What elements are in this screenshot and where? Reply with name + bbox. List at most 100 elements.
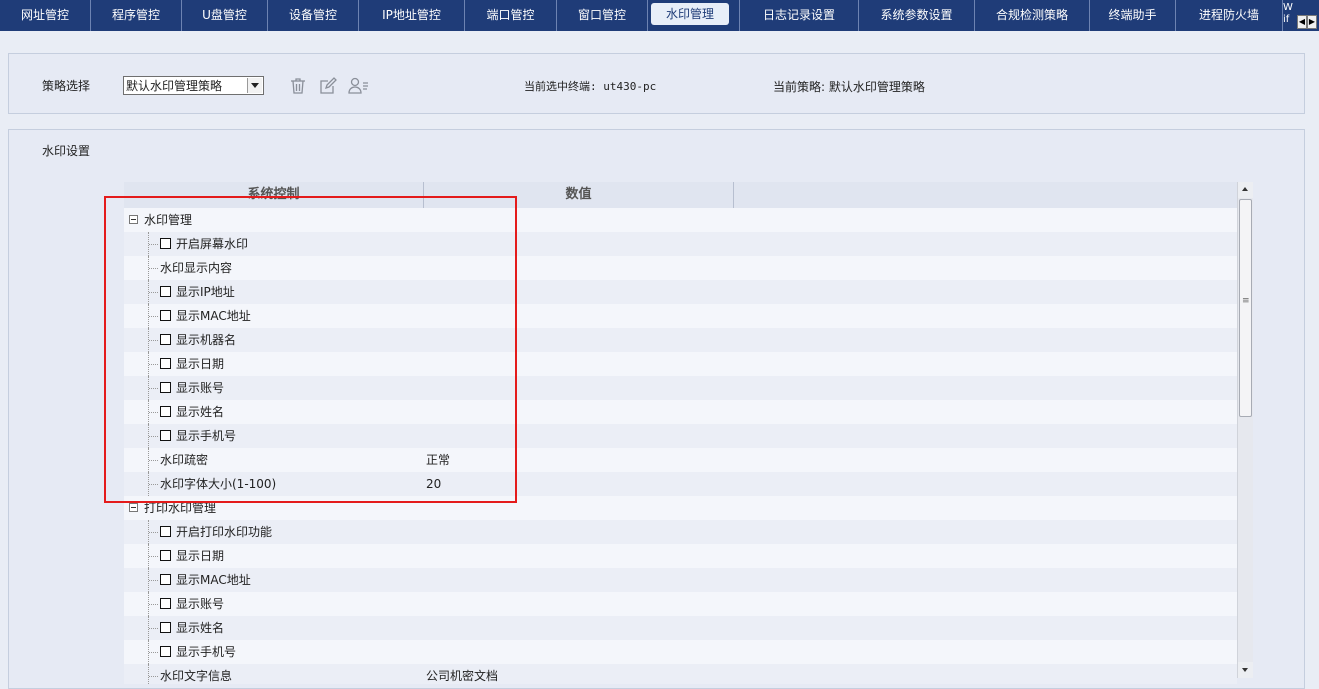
tab-9[interactable]: 系统参数设置 [859, 0, 975, 31]
tree-line [149, 652, 158, 653]
tab-scroll-arrows: ◀ ▶ [1297, 15, 1319, 29]
tree-item-row[interactable]: 显示姓名 [124, 616, 1237, 640]
item-label: 显示IP地址 [176, 285, 235, 299]
checkbox[interactable] [160, 358, 171, 369]
tree-line [149, 316, 158, 317]
item-label: 水印显示内容 [160, 261, 233, 275]
tree-group-row[interactable]: 水印管理 [124, 208, 1237, 232]
tree-item-row[interactable]: 水印文字信息 公司机密文档 [124, 664, 1237, 684]
checkbox[interactable] [160, 646, 171, 657]
tab-label: 终端助手 [1108, 8, 1157, 22]
tab-label: IP地址管控 [382, 8, 441, 22]
tree-line [149, 268, 158, 269]
tab-label: 网址管控 [20, 8, 69, 22]
tab-label: 系统参数设置 [880, 8, 953, 22]
tab-10[interactable]: 合规检测策略 [975, 0, 1090, 31]
collapse-icon[interactable] [129, 215, 138, 224]
column-header-value[interactable]: 数值 [424, 182, 734, 208]
edit-icon[interactable] [318, 76, 338, 96]
tab-11[interactable]: 终端助手 [1090, 0, 1176, 31]
group-label: 打印水印管理 [144, 501, 217, 515]
tree-item-row[interactable]: 水印疏密 正常 [124, 448, 1237, 472]
tree-line [149, 460, 158, 461]
tab-1[interactable]: 程序管控 [91, 0, 182, 31]
vertical-scrollbar[interactable] [1237, 182, 1253, 678]
tree-line [149, 628, 158, 629]
checkbox[interactable] [160, 550, 171, 561]
item-label: 开启屏幕水印 [176, 237, 249, 251]
tree-item-row[interactable]: 显示账号 [124, 592, 1237, 616]
scroll-down-arrow-icon[interactable] [1238, 662, 1253, 678]
item-label: 水印文字信息 [160, 669, 233, 683]
item-label: 显示日期 [176, 357, 225, 371]
delete-icon[interactable] [288, 76, 308, 96]
tab-5[interactable]: 端口管控 [465, 0, 557, 31]
checkbox[interactable] [160, 382, 171, 393]
tree-line [149, 388, 158, 389]
checkbox[interactable] [160, 406, 171, 417]
item-label: 显示账号 [176, 381, 225, 395]
tree-item-row[interactable]: 显示机器名 [124, 328, 1237, 352]
user-assign-icon[interactable] [348, 76, 368, 96]
policy-panel: 策略选择 默认水印管理策略 当前选中终端: ut430-pc 当前策略: 默认水… [8, 53, 1305, 114]
tree-item-row[interactable]: 显示日期 [124, 544, 1237, 568]
checkbox[interactable] [160, 598, 171, 609]
checkbox[interactable] [160, 430, 171, 441]
grid-header: 系统控制 数值 [124, 182, 1237, 209]
tree-item-row[interactable]: 显示IP地址 [124, 280, 1237, 304]
tab-4[interactable]: IP地址管控 [359, 0, 465, 31]
checkbox[interactable] [160, 238, 171, 249]
tree-line [149, 556, 158, 557]
tree-item-row[interactable]: 水印显示内容 [124, 256, 1237, 280]
tab-label: 日志记录设置 [762, 8, 835, 22]
checkbox[interactable] [160, 526, 171, 537]
checkbox[interactable] [160, 334, 171, 345]
tree-item-row[interactable]: 显示姓名 [124, 400, 1237, 424]
tree-group-row[interactable]: 打印水印管理 [124, 496, 1237, 520]
tab-12[interactable]: 进程防火墙 [1176, 0, 1283, 31]
tree-item-row[interactable]: 显示MAC地址 [124, 304, 1237, 328]
tab-2[interactable]: U盘管控 [182, 0, 268, 31]
tab-label: 窗口管控 [577, 8, 626, 22]
tab-label: 合规检测策略 [995, 8, 1068, 22]
item-value[interactable]: 正常 [426, 448, 450, 472]
tab-3[interactable]: 设备管控 [268, 0, 359, 31]
item-label: 显示姓名 [176, 405, 225, 419]
arrow-right-icon[interactable]: ▶ [1307, 15, 1317, 29]
checkbox[interactable] [160, 310, 171, 321]
item-value[interactable]: 20 [426, 472, 441, 496]
tree-item-row[interactable]: 开启打印水印功能 [124, 520, 1237, 544]
tab-6[interactable]: 窗口管控 [557, 0, 648, 31]
scrollbar-thumb[interactable] [1239, 199, 1252, 417]
scroll-up-arrow-icon[interactable] [1238, 182, 1253, 198]
tree-item-row[interactable]: 显示日期 [124, 352, 1237, 376]
checkbox[interactable] [160, 286, 171, 297]
tree-item-row[interactable]: 显示手机号 [124, 424, 1237, 448]
tree-line [149, 244, 158, 245]
checkbox[interactable] [160, 574, 171, 585]
tree-item-row[interactable]: 显示MAC地址 [124, 568, 1237, 592]
item-label: 显示机器名 [176, 333, 237, 347]
tree-item-row[interactable]: 显示账号 [124, 376, 1237, 400]
tree-item-row[interactable]: 显示手机号 [124, 640, 1237, 664]
collapse-icon[interactable] [129, 503, 138, 512]
tree-item-row[interactable]: 水印字体大小(1-100) 20 [124, 472, 1237, 496]
tree-line [149, 292, 158, 293]
tree-line [149, 436, 158, 437]
tree-item-row[interactable]: 开启屏幕水印 [124, 232, 1237, 256]
group-label: 水印管理 [144, 213, 193, 227]
item-label: 显示手机号 [176, 645, 237, 659]
item-value[interactable]: 公司机密文档 [426, 664, 498, 684]
arrow-left-icon[interactable]: ◀ [1297, 15, 1307, 29]
tab-label: 水印管理 [651, 3, 729, 25]
column-header-control[interactable]: 系统控制 [124, 182, 424, 208]
checkbox[interactable] [160, 622, 171, 633]
tab-7[interactable]: 水印管理 [648, 0, 740, 31]
tree-line [149, 532, 158, 533]
tab-8[interactable]: 日志记录设置 [740, 0, 859, 31]
chevron-down-icon[interactable] [247, 78, 262, 93]
tab-0[interactable]: 网址管控 [0, 0, 91, 31]
policy-select[interactable]: 默认水印管理策略 [123, 76, 264, 95]
settings-title: 水印设置 [42, 144, 91, 158]
current-terminal-text: 当前选中终端: ut430-pc [524, 80, 657, 93]
